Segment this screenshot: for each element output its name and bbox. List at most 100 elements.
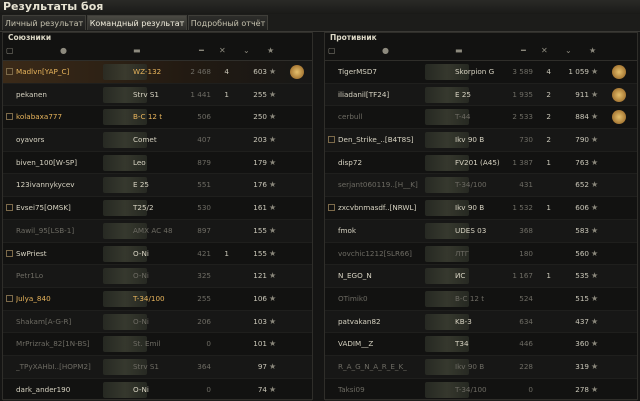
player-row[interactable]: zxcvbnmasdf..[NRWL] Ikv 90 B1 532 1 606 ★ — [325, 197, 637, 220]
kills-value: 4 — [546, 67, 551, 76]
allies-title: Союзники — [8, 33, 52, 42]
medal-icon[interactable] — [612, 87, 626, 102]
player-row[interactable]: Taksi09 T-34/100 0 278 ★ — [325, 379, 637, 401]
star-icon: ★ — [269, 293, 277, 303]
xp-value: 155 — [253, 248, 267, 258]
tank-icon[interactable]: ▬ — [133, 46, 141, 55]
xp-value: 319 — [575, 361, 589, 371]
star-icon: ★ — [591, 89, 599, 99]
player-row[interactable]: Shakam[A-G-R] O-Ni 206 103 ★ — [3, 310, 312, 334]
tank-name: T-34/100 — [455, 384, 487, 394]
tank-icon[interactable]: ▬ — [455, 46, 463, 55]
player-row[interactable]: N_EGO_N ИС 1 167 1 535 ★ — [325, 265, 637, 288]
star-icon[interactable]: ★ — [589, 46, 596, 55]
player-row[interactable]: Madlvn[YAP_C] WZ-132 2 468 4 603 ★ — [3, 61, 312, 84]
player-row[interactable]: OTimik0 B-C 12 t 524 515 ★ — [325, 288, 637, 311]
player-row[interactable]: Evsei75[OMSK] T25/2 530 161 ★ — [3, 197, 312, 220]
tank-name: T25/2 — [133, 203, 154, 213]
xp-value: 1 059 — [568, 67, 589, 76]
player-row[interactable]: biven_100[W-SP] Leo 879 179 ★ — [3, 152, 312, 175]
player-row[interactable]: 123ivannykycev E 25 551 176 ★ — [3, 174, 312, 198]
xp-icon[interactable]: ⌄ — [565, 46, 572, 55]
star-icon: ★ — [591, 293, 599, 303]
player-row[interactable]: iliadanil[TF24] E 25 1 935 2 911 ★ — [325, 83, 637, 107]
platoon-icon — [6, 249, 13, 257]
star-icon: ★ — [269, 67, 277, 76]
player-row[interactable]: Den_Strike_..[B4T8S] Ikv 90 B 730 2 790 ★ — [325, 129, 637, 152]
damage-value: 1 387 — [512, 157, 533, 167]
damage-value: 506 — [197, 112, 211, 122]
squad-icon[interactable]: ▢ — [6, 46, 14, 55]
player-row[interactable]: oyavors Comet 407 203 ★ — [3, 129, 312, 152]
star-icon: ★ — [591, 67, 599, 76]
kills-icon[interactable]: ✕ — [219, 46, 226, 55]
tank-name: O-Ni — [133, 248, 149, 258]
player-row[interactable]: disp72 FV201 (A45) 1 387 1 763 ★ — [325, 152, 637, 175]
damage-value: 368 — [519, 225, 533, 235]
tab-team-result[interactable]: Командный результат — [87, 15, 187, 30]
tab-detailed-report[interactable]: Подробный отчёт — [188, 15, 268, 30]
kills-value: 2 — [546, 89, 551, 99]
damage-value: 446 — [519, 339, 533, 349]
player-row[interactable]: dark_ander190 O-Ni 0 74 ★ — [3, 379, 312, 401]
star-icon[interactable]: ★ — [267, 46, 274, 55]
damage-value: 524 — [519, 293, 533, 303]
star-icon: ★ — [591, 316, 599, 326]
kills-value: 1 — [224, 248, 229, 258]
player-icon[interactable]: ● — [60, 46, 67, 55]
window-titlebar: Результаты боя — [0, 0, 640, 14]
tank-name: KB-3 — [455, 316, 472, 326]
damage-value: 3 589 — [512, 67, 533, 76]
star-icon: ★ — [269, 112, 277, 122]
platoon-icon — [6, 68, 13, 75]
star-icon: ★ — [269, 135, 277, 145]
damage-value: 364 — [197, 361, 211, 371]
medal-icon[interactable] — [612, 110, 626, 125]
damage-icon[interactable]: ━ — [521, 46, 526, 55]
star-icon: ★ — [269, 180, 277, 190]
player-row[interactable]: pekanen Strv S1 1 441 1 255 ★ — [3, 83, 312, 107]
player-row[interactable]: _TPyXAHbI..[HOPM2] Strv S1 364 97 ★ — [3, 355, 312, 379]
player-row[interactable]: vovchic1212[SLR66] ЛТГ 180 560 ★ — [325, 243, 637, 266]
xp-value: 790 — [575, 135, 589, 145]
medal-icon[interactable] — [612, 65, 626, 79]
player-row[interactable]: Rawil_95[LSB-1] AMX AC 48 897 155 ★ — [3, 219, 312, 243]
player-row[interactable]: Julya_840 T-34/100 255 106 ★ — [3, 288, 312, 311]
player-row[interactable]: cerbull T-44 2 533 2 884 ★ — [325, 106, 637, 130]
xp-value: 176 — [253, 180, 267, 190]
squad-icon[interactable]: ▢ — [328, 46, 336, 55]
player-row[interactable]: fmok UDES 03 368 583 ★ — [325, 219, 637, 243]
enemies-list: TigerMSD7 Skorpion G3 589 4 1 059 ★ iliadanil… — [325, 61, 637, 401]
player-row[interactable]: VADIM__Z T34 446 360 ★ — [325, 333, 637, 356]
damage-icon[interactable]: ━ — [199, 46, 204, 55]
kills-icon[interactable]: ✕ — [541, 46, 548, 55]
xp-value: 360 — [575, 339, 589, 349]
damage-value: 730 — [519, 135, 533, 145]
tank-name: Ikv 90 B — [455, 203, 485, 213]
damage-value: 0 — [528, 384, 533, 394]
star-icon: ★ — [269, 316, 277, 326]
xp-value: 437 — [575, 316, 589, 326]
star-icon: ★ — [269, 361, 277, 371]
player-row[interactable]: Petr1Lo O-Ni 325 121 ★ — [3, 265, 312, 288]
xp-value: 583 — [575, 225, 589, 235]
player-row[interactable]: R_A_G_N_A_R_E_K_ Ikv 90 B 228 319 ★ — [325, 355, 637, 379]
player-row[interactable]: serjant060119..[H__K] T-34/100 431 652 ★ — [325, 174, 637, 198]
tab-personal-result[interactable]: Личный результат — [2, 15, 86, 30]
star-icon: ★ — [269, 225, 277, 235]
xp-value: 121 — [253, 271, 267, 281]
player-row[interactable]: MrPrizrak_82[1N-BS] St. Emil 0 101 ★ — [3, 333, 312, 356]
medal-icon[interactable] — [290, 65, 304, 79]
player-row[interactable]: patvakan82 KB-3 634 437 ★ — [325, 310, 637, 334]
xp-icon[interactable]: ⌄ — [243, 46, 250, 55]
star-icon: ★ — [591, 157, 599, 167]
player-row[interactable]: TigerMSD7 Skorpion G3 589 4 1 059 ★ — [325, 61, 637, 84]
player-row[interactable]: SwPriest O-Ni 421 1 155 ★ — [3, 243, 312, 266]
window-title: Результаты боя — [3, 0, 104, 13]
allies-column-header: ▢ ● ▬ ━ ✕ ⌄ ★ — [3, 43, 312, 61]
xp-value: 606 — [575, 203, 589, 213]
player-row[interactable]: kolabaxa777 B-C 12 t 506 250 ★ — [3, 106, 312, 130]
kills-value: 1 — [224, 89, 229, 99]
player-icon[interactable]: ● — [382, 46, 389, 55]
xp-value: 255 — [253, 89, 267, 99]
